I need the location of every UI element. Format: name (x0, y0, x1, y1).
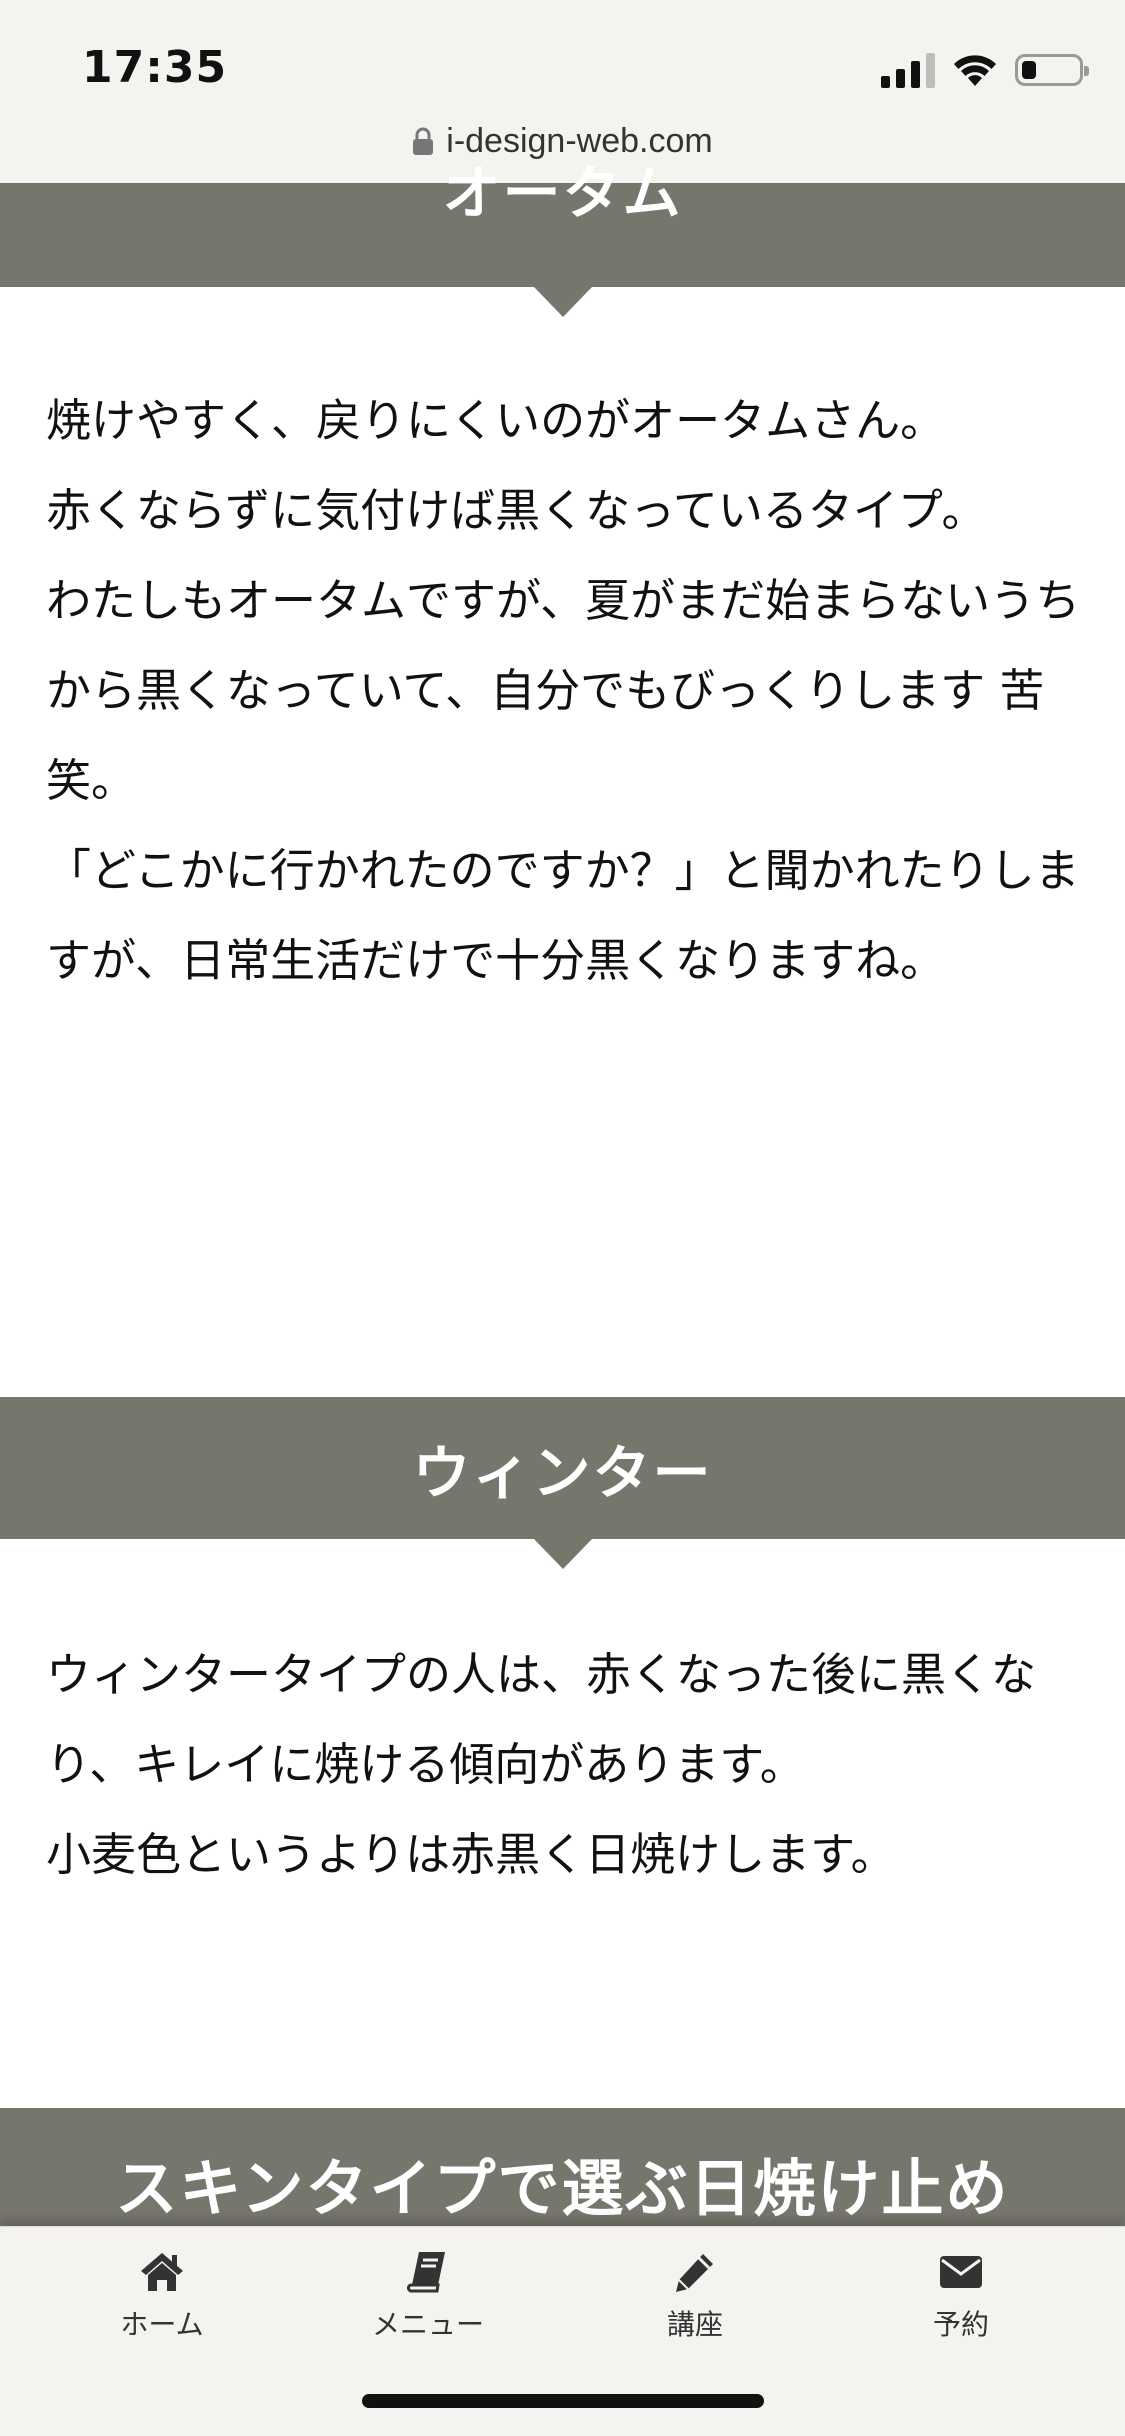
nav-label-home: ホーム (120, 2308, 204, 2341)
winter-text: ウィンタータイプの人は、赤くなった後に黒くなり、キレイに焼ける傾向があります。 … (46, 1630, 1086, 1900)
envelope-icon (940, 2256, 982, 2288)
page: 17:35 i-design-web.com オータム 焼けやすく、戻りにくいの… (0, 0, 1125, 2436)
home-indicator[interactable] (362, 2394, 764, 2408)
nav-item-reservation[interactable]: 予約 (861, 2249, 1061, 2343)
nav-label-course: 講座 (666, 2308, 723, 2341)
home-icon (141, 2253, 183, 2291)
section-title-autumn: オータム (442, 159, 683, 227)
header-arrow (534, 1539, 592, 1569)
winter-paragraph: 小麦色というよりは赤黒く日焼けします。 (46, 1828, 896, 1881)
autumn-paragraph: 赤くならずに気付けば黒くなっているタイプ。 (46, 484, 987, 537)
book-icon (406, 2252, 445, 2293)
section-title-winter: ウィンター (412, 1439, 713, 1507)
autumn-paragraph: わたしもオータムですが、夏がまだ始まらないうちから黒くなっていて、自分でもびっく… (46, 574, 1081, 807)
pencil-icon (676, 2254, 713, 2292)
winter-paragraph: ウィンタータイプの人は、赤くなった後に黒くなり、キレイに焼ける傾向があります。 (46, 1648, 1037, 1791)
lock-icon (413, 127, 434, 155)
battery-icon (1015, 54, 1089, 86)
autumn-text: 焼けやすく、戻りにくいのがオータムさん。 赤くならずに気付けば黒くなっているタイ… (46, 376, 1086, 1006)
header-arrow (534, 287, 592, 317)
status-time: 17:35 (82, 42, 228, 93)
nav-label-reservation: 予約 (932, 2308, 989, 2341)
section-header-autumn: オータム (0, 159, 1125, 317)
section-header-skin-type: スキンタイプで選ぶ日焼け止め (0, 2108, 1125, 2228)
wifi-icon (954, 55, 996, 86)
autumn-paragraph: 焼けやすく、戻りにくいのがオータムさん。 (46, 394, 946, 447)
signal-icon (881, 52, 935, 88)
section-header-winter: ウィンター (0, 1397, 1125, 1569)
nav-item-home[interactable]: ホーム (62, 2249, 262, 2343)
status-icons (881, 50, 1089, 90)
section-title-skin-type: スキンタイプで選ぶ日焼け止め (115, 2152, 1010, 2225)
nav-item-menu[interactable]: メニュー (328, 2249, 528, 2343)
nav-label-menu: メニュー (371, 2308, 484, 2341)
battery-level (1022, 61, 1036, 79)
autumn-paragraph: 「どこかに行かれたのですか？」と聞かれたりしますが、日常生活だけで十分黒くなりま… (46, 844, 1080, 987)
nav-item-course[interactable]: 講座 (595, 2249, 795, 2343)
